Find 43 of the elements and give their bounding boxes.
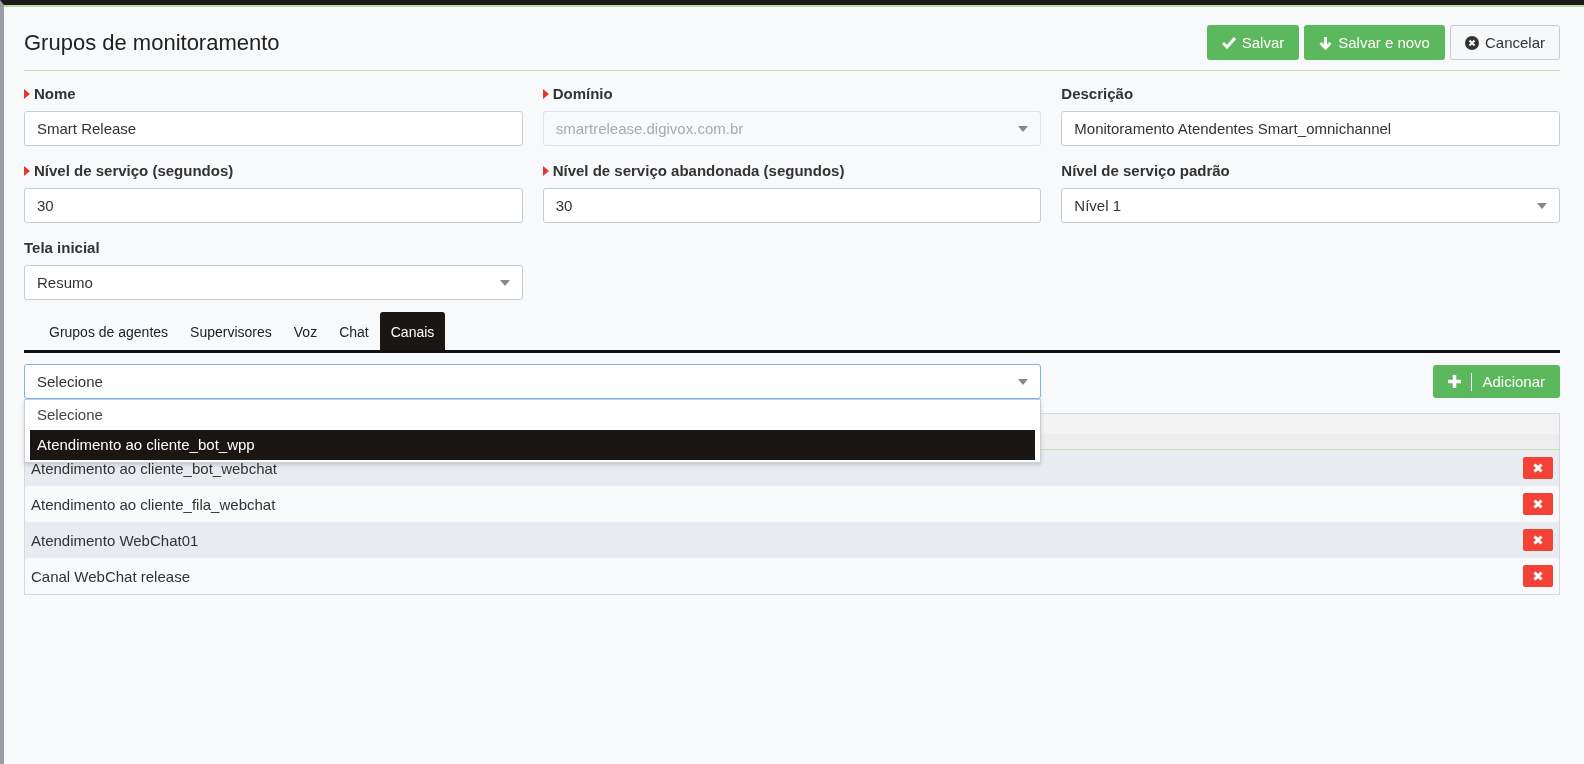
caret-icon — [499, 279, 510, 286]
select-field[interactable]: Nível 1 — [1061, 188, 1560, 223]
table-cell: Atendimento WebChat01 — [31, 531, 199, 549]
field-label: Nome — [34, 85, 76, 102]
dropdown-option[interactable]: Atendimento ao cliente_bot_wpp — [30, 430, 1036, 460]
input-field[interactable]: Smart Release — [24, 111, 523, 146]
input-field[interactable]: Monitoramento Atendentes Smart_omnichannel — [1061, 111, 1560, 146]
field-label: Tela inicial — [24, 239, 100, 256]
tab[interactable]: Canais — [379, 312, 446, 350]
field-label: Nível de serviço abandonada (segundos) — [552, 162, 845, 179]
plus-icon — [1448, 375, 1462, 388]
check-icon — [1221, 36, 1236, 49]
delete-button[interactable] — [1523, 493, 1553, 515]
tab[interactable]: Voz — [282, 312, 329, 350]
tab[interactable]: Supervisores — [179, 312, 283, 350]
input-field[interactable]: 30 — [542, 188, 1042, 223]
input-field[interactable]: 30 — [24, 188, 523, 223]
cancel-button[interactable]: Cancelar — [1449, 25, 1560, 60]
field-label: Domínio — [552, 85, 613, 102]
delete-button[interactable] — [1523, 565, 1553, 587]
caret-icon — [1537, 202, 1547, 209]
delete-button[interactable] — [1523, 529, 1553, 551]
select-field[interactable]: Resumo — [24, 265, 523, 300]
table-cell: Canal WebChat release — [31, 567, 190, 585]
close-icon — [1533, 499, 1543, 509]
field-label: Descrição — [1061, 85, 1134, 102]
page-title: Grupos de monitoramento — [24, 29, 280, 56]
field-label: Nível de serviço padrão — [1061, 162, 1230, 179]
close-icon — [1533, 571, 1543, 581]
channel-select[interactable]: Selecione — [24, 364, 1042, 399]
table-cell: Atendimento ao cliente_bot_webchat — [31, 459, 277, 477]
caret-icon — [1018, 378, 1029, 385]
tab[interactable]: Chat — [328, 312, 380, 350]
delete-button[interactable] — [1523, 457, 1553, 479]
down-arrow-icon — [1319, 35, 1333, 50]
close-icon — [1533, 535, 1543, 545]
field-label: Nível de serviço (segundos) — [34, 162, 234, 179]
close-icon — [1533, 463, 1543, 473]
close-icon — [1464, 35, 1479, 50]
dropdown-option[interactable]: Selecione — [25, 400, 1041, 430]
caret-icon — [1018, 125, 1029, 132]
tab[interactable]: Grupos de agentes — [38, 312, 180, 350]
table-cell: Atendimento ao cliente_fila_webchat — [31, 495, 276, 513]
